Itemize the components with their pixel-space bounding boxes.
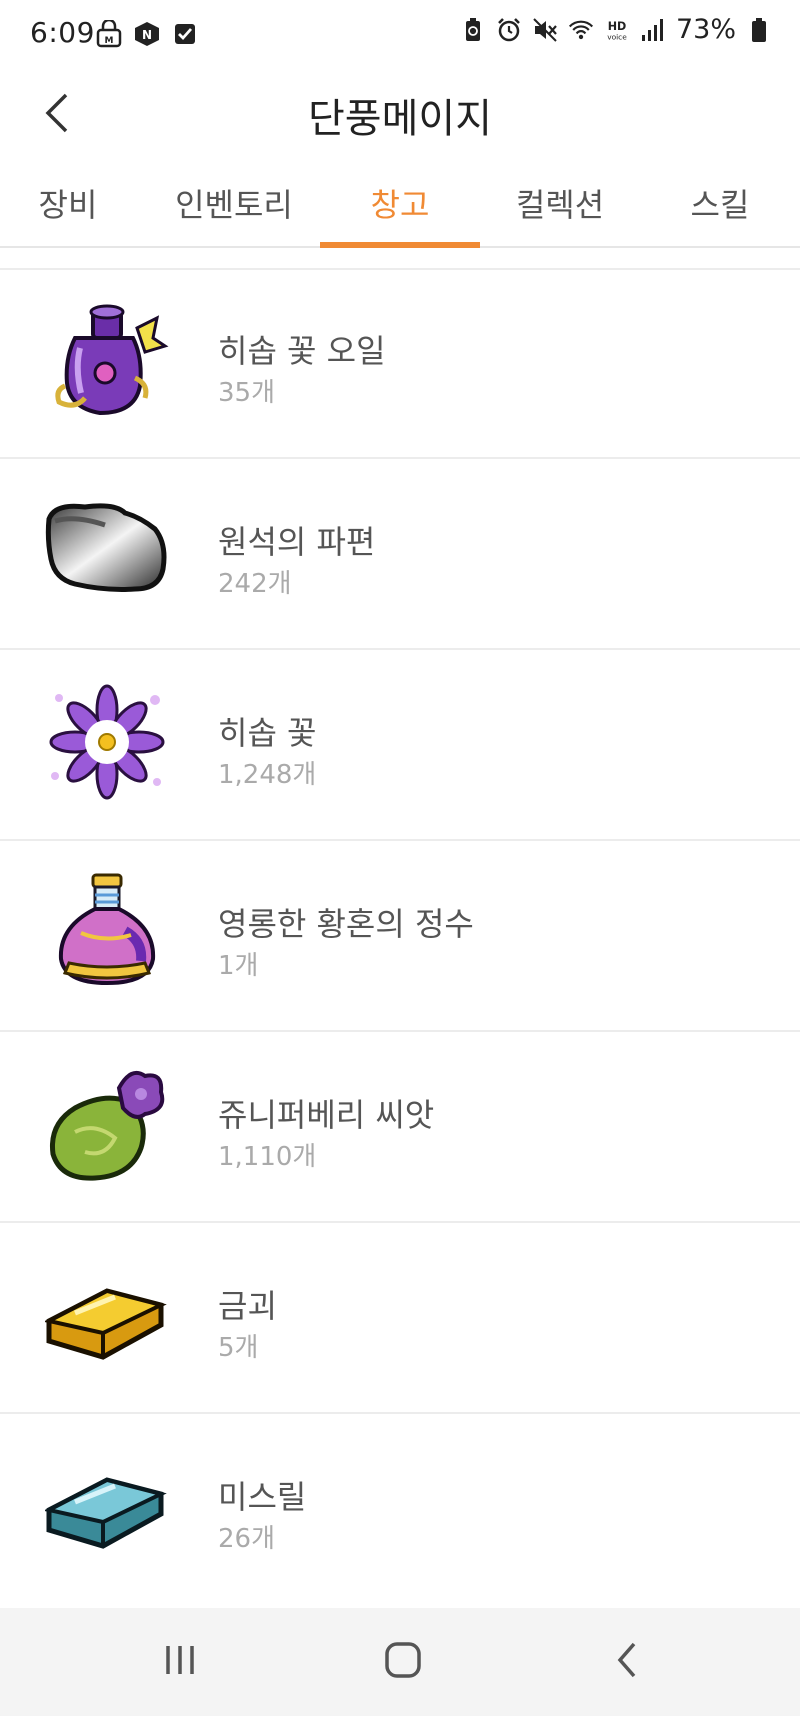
item-count: 1,248개 xyxy=(218,760,317,790)
tab-label: 컬렉션 xyxy=(515,186,605,224)
nav-back-button[interactable] xyxy=(597,1634,657,1690)
app-header: 단풍메이지 xyxy=(0,70,800,180)
list-item[interactable]: 원석의 파편 242개 xyxy=(0,459,800,650)
lock-m-icon: M xyxy=(96,20,122,48)
item-count: 35개 xyxy=(218,378,276,408)
item-count: 242개 xyxy=(218,569,292,599)
list-item[interactable]: 쥬니퍼베리 씨앗 1,110개 xyxy=(0,1032,800,1223)
item-name: 히솝 꽃 xyxy=(218,714,317,752)
tab-storage[interactable]: 창고 xyxy=(320,180,480,248)
svg-text:voice: voice xyxy=(607,32,627,41)
signal-icon xyxy=(640,16,666,44)
item-count: 1,110개 xyxy=(218,1142,317,1172)
active-tab-indicator xyxy=(320,242,480,248)
svg-text:HD: HD xyxy=(608,20,627,33)
svg-text:N: N xyxy=(142,28,152,42)
battery-saver-icon xyxy=(460,16,486,44)
seed-pouch-icon xyxy=(45,1062,170,1187)
item-name: 영롱한 황혼의 정수 xyxy=(218,905,474,943)
list-item[interactable]: 미스릴 26개 xyxy=(0,1414,800,1605)
tab-equipment[interactable]: 장비 xyxy=(0,180,136,248)
status-system-icons: HD voice 73% xyxy=(460,14,772,45)
tab-bar: 장비 인벤토리 창고 컬렉션 스킬 xyxy=(0,180,800,248)
home-button[interactable] xyxy=(373,1634,433,1690)
mute-icon xyxy=(532,16,558,44)
tab-label: 창고 xyxy=(370,186,430,224)
item-name: 미스릴 xyxy=(218,1478,307,1516)
alarm-icon xyxy=(496,16,522,44)
twilight-essence-flask-icon xyxy=(45,871,170,996)
status-time: 6:09 xyxy=(30,16,95,49)
wifi-icon xyxy=(568,16,594,44)
gold-bar-icon xyxy=(43,1253,170,1378)
mithril-bar-icon xyxy=(43,1444,170,1569)
battery-icon xyxy=(746,16,772,44)
tab-label: 스킬 xyxy=(690,186,750,224)
recents-icon xyxy=(160,1640,200,1684)
system-nav-bar xyxy=(0,1608,800,1716)
hd-voice-icon: HD voice xyxy=(604,16,630,44)
tab-collection[interactable]: 컬렉션 xyxy=(480,180,640,248)
ore-fragment-icon xyxy=(45,489,170,614)
item-name: 금괴 xyxy=(218,1287,277,1325)
status-notification-icons: M N xyxy=(96,20,198,48)
list-item[interactable]: 영롱한 황혼의 정수 1개 xyxy=(0,841,800,1032)
tab-label: 인벤토리 xyxy=(175,186,293,224)
checkbox-icon xyxy=(172,20,198,48)
naver-icon: N xyxy=(134,20,160,48)
item-name: 히솝 꽃 오일 xyxy=(218,332,386,370)
list-item[interactable]: 히솝 꽃 1,248개 xyxy=(0,650,800,841)
storage-item-list: 히솝 꽃 오일 35개 원석의 파편 242개 히솝 꽃 1,248개 영롱한 … xyxy=(0,268,800,1605)
purple-flower-icon xyxy=(45,680,170,805)
list-item[interactable]: 히솝 꽃 오일 35개 xyxy=(0,268,800,459)
list-item[interactable]: 금괴 5개 xyxy=(0,1223,800,1414)
item-count: 1개 xyxy=(218,951,259,981)
svg-text:M: M xyxy=(105,36,114,46)
item-name: 원석의 파편 xyxy=(218,523,376,561)
recents-button[interactable] xyxy=(150,1634,210,1690)
back-icon xyxy=(612,1640,642,1684)
home-icon xyxy=(382,1639,424,1685)
item-name: 쥬니퍼베리 씨앗 xyxy=(218,1096,435,1134)
item-count: 5개 xyxy=(218,1333,259,1363)
purple-oil-bottle-icon xyxy=(45,298,170,423)
status-bar: 6:09 M N HD voice 73% xyxy=(0,0,800,70)
battery-percentage: 73% xyxy=(675,14,736,45)
page-title: 단풍메이지 xyxy=(308,96,492,142)
tab-label: 장비 xyxy=(38,186,98,224)
item-count: 26개 xyxy=(218,1524,276,1554)
tab-inventory[interactable]: 인벤토리 xyxy=(156,180,312,248)
tab-skill[interactable]: 스킬 xyxy=(660,180,780,248)
